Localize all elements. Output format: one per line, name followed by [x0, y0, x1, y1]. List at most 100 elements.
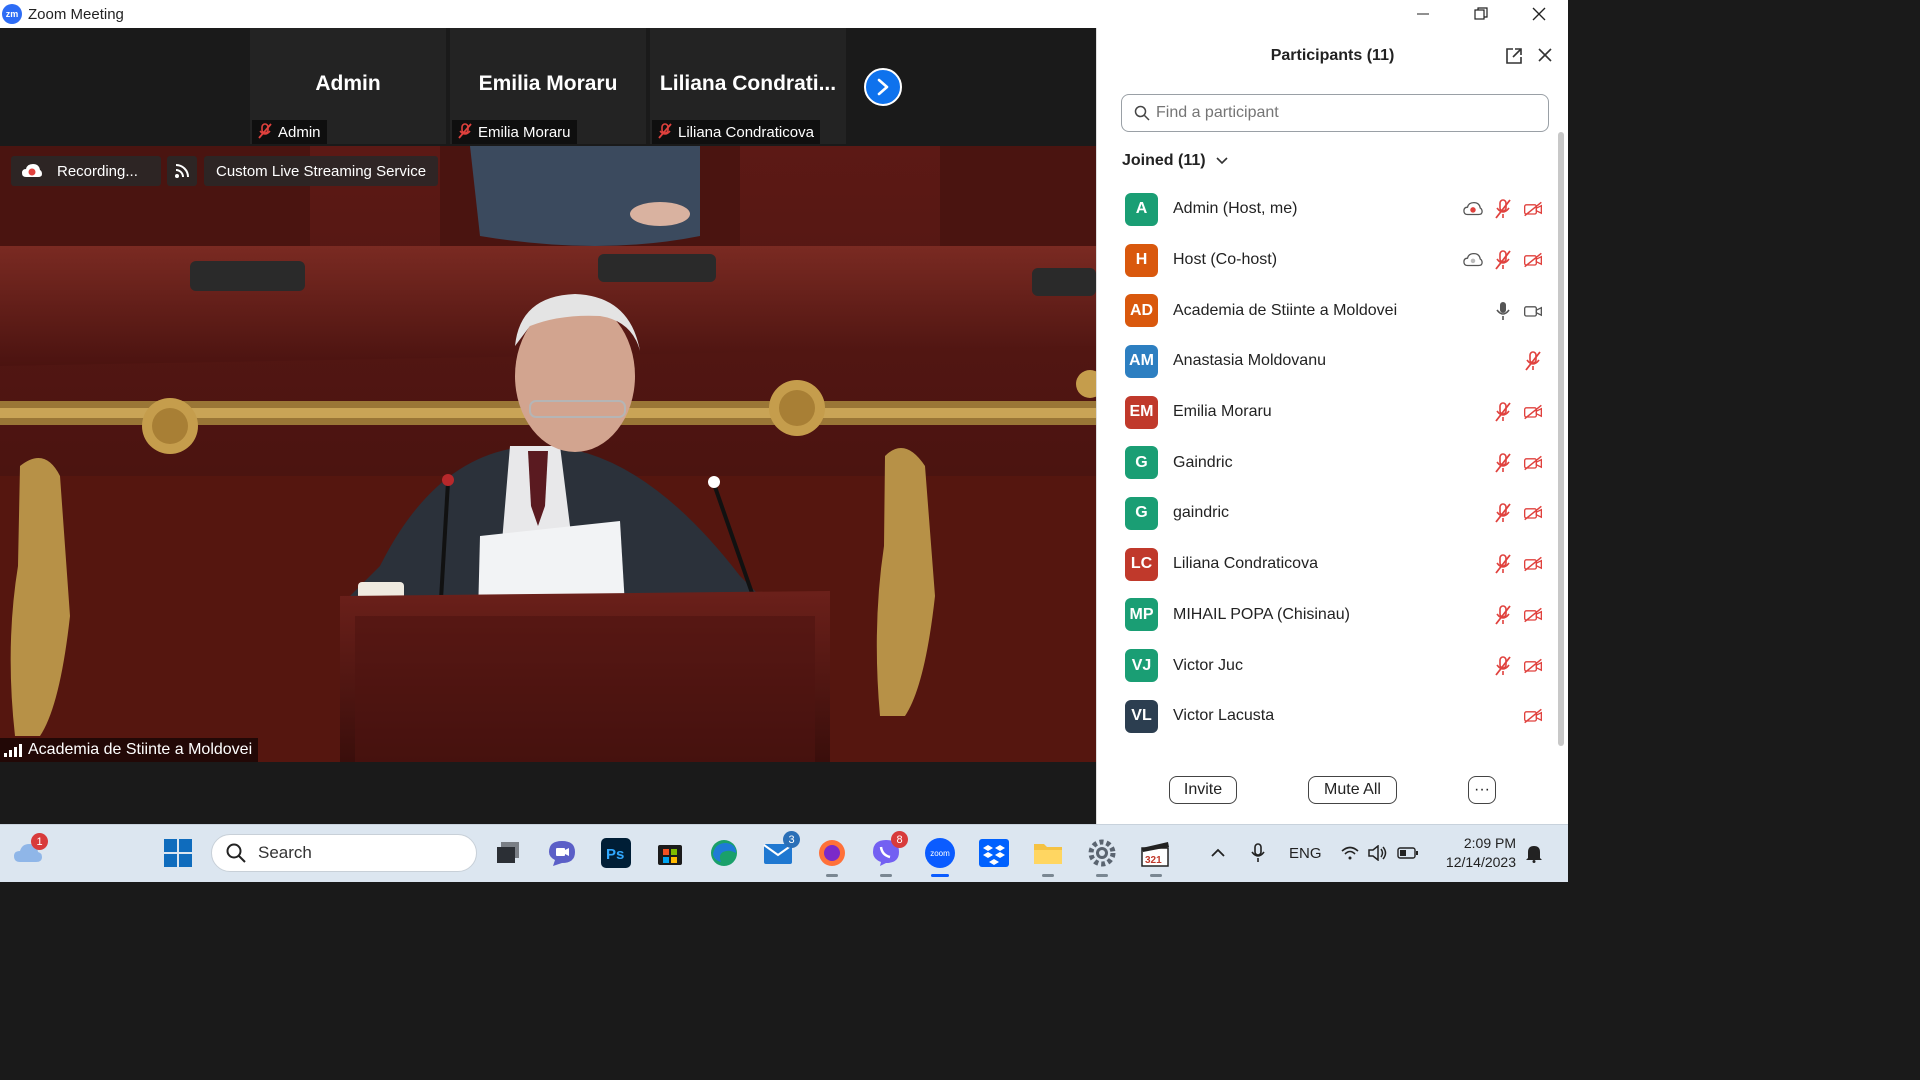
- mic-muted-icon[interactable]: [1523, 351, 1543, 371]
- video-off-icon[interactable]: [1523, 199, 1543, 219]
- video-off-icon[interactable]: [1523, 250, 1543, 270]
- photoshop-app[interactable]: Ps: [598, 835, 634, 871]
- recording-indicator[interactable]: Recording...: [11, 156, 161, 186]
- participant-row[interactable]: AD Academia de Stiinte a Moldovei: [1097, 285, 1557, 336]
- video-off-icon[interactable]: [1523, 453, 1543, 473]
- close-icon[interactable]: [1536, 46, 1554, 69]
- mic-muted-icon[interactable]: [1493, 605, 1513, 625]
- joined-section-toggle[interactable]: Joined (11): [1122, 152, 1228, 170]
- edge-app[interactable]: [706, 835, 742, 871]
- participant-name: Gaindric: [1173, 453, 1233, 471]
- video-off-icon[interactable]: [1523, 503, 1543, 523]
- participant-row[interactable]: VJ Victor Juc: [1097, 640, 1557, 691]
- participant-row[interactable]: EM Emilia Moraru: [1097, 387, 1557, 438]
- mic-muted-icon[interactable]: [1493, 452, 1513, 473]
- input-language[interactable]: ENG: [1289, 845, 1322, 862]
- mic-muted-icon[interactable]: [1493, 199, 1513, 219]
- zoom-app[interactable]: zoom: [922, 835, 958, 877]
- main-video[interactable]: Recording... Custom Live Streaming Servi…: [0, 146, 1096, 762]
- participant-row[interactable]: G Gaindric: [1097, 437, 1557, 488]
- cloud-record-icon[interactable]: [1463, 199, 1483, 219]
- mic-muted-icon[interactable]: [1493, 402, 1513, 422]
- avatar: AM: [1125, 344, 1158, 378]
- system-clock[interactable]: 2:09 PM 12/14/2023: [1430, 834, 1516, 872]
- streaming-service-label[interactable]: Custom Live Streaming Service: [204, 156, 439, 186]
- task-view-button[interactable]: [490, 835, 526, 871]
- folder-icon: [1034, 844, 1062, 864]
- close-window-button[interactable]: [1510, 0, 1568, 28]
- mail-app[interactable]: 3: [760, 831, 800, 871]
- cloud-icon[interactable]: [1463, 250, 1483, 270]
- viber-app[interactable]: 8: [868, 831, 908, 877]
- participant-list: A Admin (Host, me) H Host (Co-host) AD Academ…: [1097, 184, 1557, 742]
- microphone-tray-icon[interactable]: [1240, 835, 1276, 871]
- bell-icon: [1526, 846, 1542, 863]
- restore-button[interactable]: [1452, 0, 1510, 28]
- battery-icon[interactable]: [1390, 835, 1426, 871]
- teams-app[interactable]: [544, 835, 580, 871]
- mic-muted-icon[interactable]: [1493, 250, 1513, 270]
- settings-app[interactable]: [1084, 835, 1120, 877]
- svg-text:321: 321: [1145, 855, 1162, 866]
- mic-muted-icon[interactable]: [1493, 554, 1513, 574]
- participant-row[interactable]: MP MIHAIL POPA (Chisinau): [1097, 590, 1557, 641]
- store-app[interactable]: [652, 835, 688, 871]
- video-off-icon[interactable]: [1523, 656, 1543, 676]
- participant-search[interactable]: [1121, 94, 1549, 132]
- video-off-icon[interactable]: [1523, 605, 1543, 625]
- participant-row[interactable]: H Host (Co-host): [1097, 235, 1557, 286]
- participant-row[interactable]: LC Liliana Condraticova: [1097, 539, 1557, 590]
- participant-row[interactable]: A Admin (Host, me): [1097, 184, 1557, 235]
- signal-strength-icon: [4, 743, 22, 757]
- firefox-app[interactable]: [814, 835, 850, 877]
- file-explorer-app[interactable]: [1030, 835, 1066, 877]
- active-speaker-name: Academia de Stiinte a Moldovei: [28, 741, 253, 758]
- popout-icon[interactable]: [1504, 46, 1524, 71]
- zoom-logo-icon: zm: [2, 4, 22, 24]
- participant-row[interactable]: AM Anastasia Moldovanu: [1097, 336, 1557, 387]
- participant-status-icons: [1493, 503, 1543, 524]
- video-off-icon[interactable]: [1523, 706, 1543, 726]
- more-options-button[interactable]: ···: [1468, 776, 1496, 804]
- start-button[interactable]: [160, 835, 196, 871]
- taskbar: 1 Search Ps 3 8 zoom 321 ENG 2:09 PM 12/…: [0, 824, 1568, 882]
- dropbox-app[interactable]: [976, 835, 1012, 871]
- avatar: G: [1125, 446, 1158, 480]
- participant-name: Academia de Stiinte a Moldovei: [1173, 301, 1398, 319]
- weather-widget[interactable]: 1: [10, 833, 48, 871]
- participant-row[interactable]: Ggaindric: [1097, 488, 1557, 539]
- participant-status-icons: [1493, 605, 1543, 625]
- store-icon: [658, 845, 682, 865]
- mute-all-button[interactable]: Mute All: [1308, 776, 1397, 804]
- thumbnail-admin[interactable]: Admin Admin: [250, 28, 446, 144]
- live-stream-icon[interactable]: [167, 156, 197, 186]
- video-off-icon[interactable]: [1523, 402, 1543, 422]
- participant-search-input[interactable]: [1156, 104, 1536, 122]
- thumbnail-display-name: Admin: [315, 72, 381, 95]
- participant-status-icons: [1523, 706, 1543, 726]
- participant-name: MIHAIL POPA (Chisinau): [1173, 605, 1350, 623]
- participant-row[interactable]: VL Victor Lacusta: [1097, 691, 1557, 742]
- taskbar-search[interactable]: Search: [211, 834, 477, 872]
- dropbox-icon: [979, 839, 1009, 867]
- show-hidden-icons-button[interactable]: [1200, 835, 1236, 871]
- thumbnail-emilia-moraru[interactable]: Emilia Moraru Emilia Moraru: [450, 28, 646, 144]
- invite-button[interactable]: Invite: [1169, 776, 1237, 804]
- search-icon: [1134, 105, 1150, 121]
- scrollbar[interactable]: [1558, 132, 1564, 746]
- thumbnail-liliana-condraticova[interactable]: Liliana Condrati... Liliana Condraticova: [650, 28, 846, 144]
- media-player-app[interactable]: 321: [1138, 835, 1174, 877]
- participant-status-icons: [1493, 554, 1543, 574]
- minimize-button[interactable]: [1394, 0, 1452, 28]
- mic-icon[interactable]: [1493, 301, 1513, 321]
- avatar: EM: [1125, 395, 1158, 429]
- next-page-button[interactable]: [864, 68, 902, 106]
- participant-status-icons: [1523, 351, 1543, 371]
- video-off-icon[interactable]: [1523, 554, 1543, 574]
- video-icon[interactable]: [1523, 301, 1543, 321]
- notifications-button[interactable]: [1516, 835, 1552, 871]
- mic-muted-icon[interactable]: [1493, 655, 1513, 676]
- panel-footer: Invite Mute All ···: [1097, 776, 1569, 812]
- avatar: MP: [1125, 598, 1158, 632]
- mic-muted-icon[interactable]: [1493, 503, 1513, 524]
